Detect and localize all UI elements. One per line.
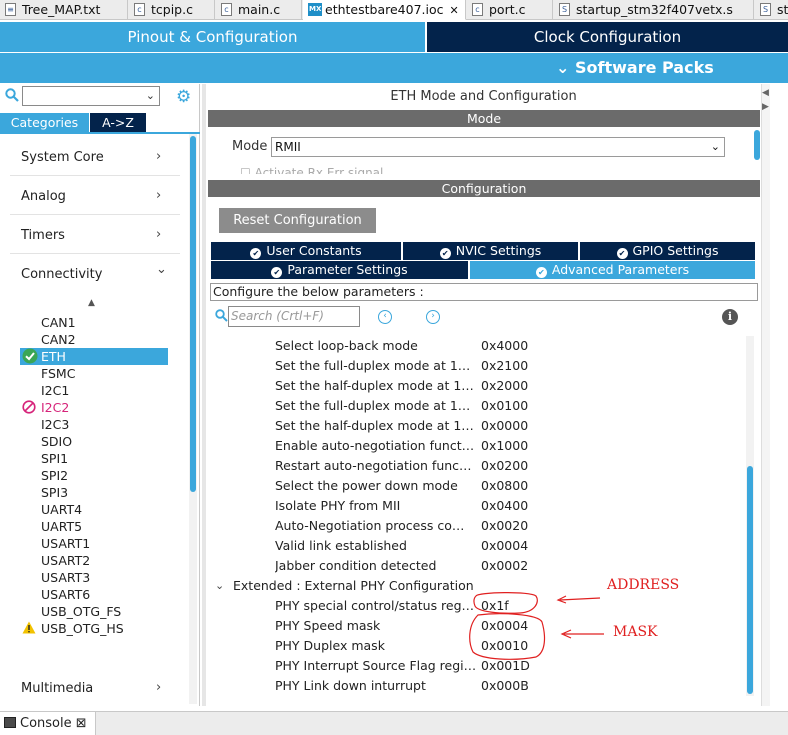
address-annotation: ADDRESS — [607, 577, 680, 593]
address-arrow — [559, 597, 601, 601]
console-label: Console — [20, 716, 72, 731]
address-circle — [473, 592, 538, 614]
mask-annotation: MASK — [613, 624, 658, 640]
bottom-panel-bar — [0, 711, 788, 735]
annotation-overlay — [469, 592, 604, 660]
console-icon — [4, 717, 16, 728]
mask-circle — [469, 613, 546, 660]
close-icon[interactable]: ⊠ — [76, 716, 87, 731]
